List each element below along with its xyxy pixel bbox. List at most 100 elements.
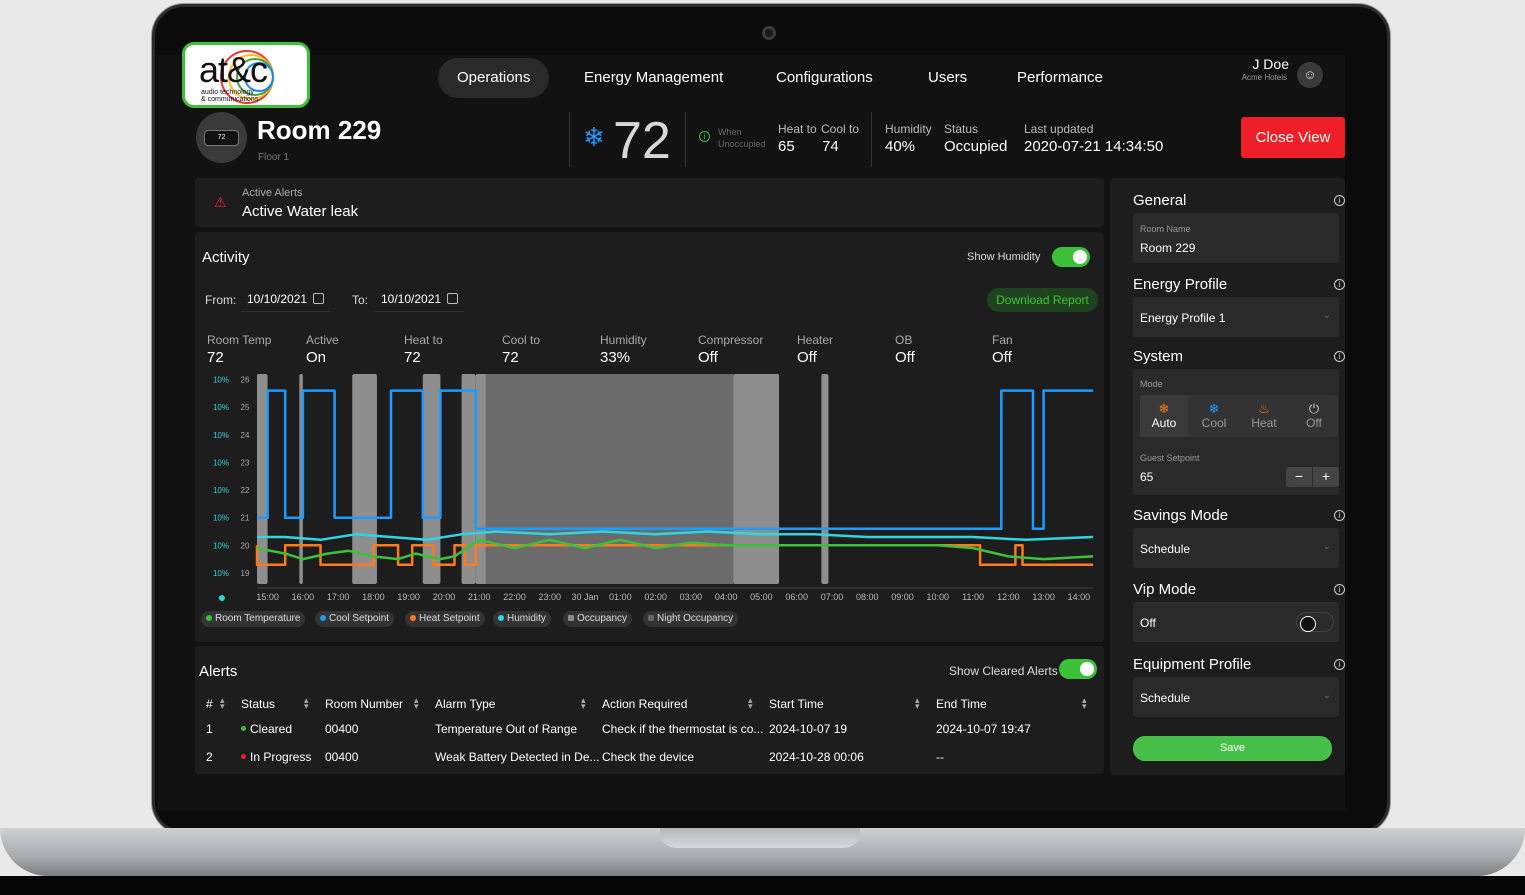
sort-icon[interactable]: ▴ ▾	[304, 696, 309, 711]
power-icon: ⏻	[1308, 401, 1320, 416]
occupancy-bar	[422, 374, 441, 584]
status-value: Occupied	[944, 138, 1008, 155]
vip-mode-toggle[interactable]	[1296, 612, 1334, 632]
user-org: Acme Hotels	[1241, 73, 1287, 82]
logo-tagline: audio technology & communications	[201, 89, 259, 103]
column-header-action-required[interactable]: Action Required	[602, 697, 687, 711]
row-action-required: Check the device	[602, 750, 695, 764]
active-alert-value: Active Water leak	[242, 203, 359, 220]
mode-auto-button[interactable]: ❄ Auto	[1140, 395, 1188, 437]
active-alerts-label: Active Alerts	[242, 187, 303, 199]
download-report-button[interactable]: Download Report	[987, 288, 1098, 312]
sort-icon[interactable]: ▴ ▾	[414, 696, 419, 711]
save-button[interactable]: Save	[1133, 736, 1332, 761]
room-name-field[interactable]: Room Name Room 229	[1133, 213, 1339, 263]
column-header-end-time[interactable]: End Time	[936, 697, 987, 711]
column-header-num[interactable]: #	[206, 697, 213, 711]
metric-value: 72	[207, 349, 224, 366]
x-tick-label: 21:00	[468, 592, 491, 602]
chevron-down-icon: ⌄	[1322, 690, 1331, 701]
sort-icon[interactable]: ▴ ▾	[915, 696, 920, 711]
nav-energy-management[interactable]: Energy Management	[565, 58, 742, 98]
to-date-field[interactable]: 10/10/2021	[375, 290, 465, 312]
metric-value: On	[306, 349, 327, 366]
room-floor: Floor 1	[258, 152, 290, 163]
row-alarm-type: Temperature Out of Range	[435, 722, 578, 736]
legend-occupancy[interactable]: Occupancy	[563, 611, 633, 627]
humidity-tick-label: 10%	[213, 486, 229, 495]
column-header-status[interactable]: Status	[241, 697, 275, 711]
y-tick-label: 24	[241, 431, 250, 440]
from-date-field[interactable]: 10/10/2021	[241, 290, 331, 312]
y-tick-label: 19	[241, 569, 250, 578]
info-icon[interactable]: i	[1334, 279, 1345, 290]
info-icon[interactable]: i	[1334, 659, 1345, 670]
activity-chart[interactable]: 26 10% 25 10% 24 10% 23 10% 22 10% 21 10% 20 10% 19 10%…	[195, 368, 1104, 608]
mode-heat-button[interactable]: ♨ Heat	[1240, 395, 1288, 437]
equipment-profile-select[interactable]: Schedule ⌄	[1133, 677, 1339, 717]
info-icon[interactable]: i	[1334, 351, 1345, 362]
equipment-profile-value: Schedule	[1140, 691, 1191, 705]
savings-mode-select[interactable]: Schedule ⌄	[1133, 528, 1339, 568]
sort-icon[interactable]: ▴ ▾	[1082, 696, 1087, 711]
calendar-icon[interactable]	[447, 293, 459, 304]
humidity-tick-label: 10%	[213, 514, 229, 523]
x-tick-label: 04:00	[715, 592, 738, 602]
nav-performance[interactable]: Performance	[998, 58, 1122, 98]
legend-night-occupancy[interactable]: Night Occupancy	[643, 611, 739, 627]
row-room-number: 00400	[325, 750, 359, 764]
x-tick-label: 19:00	[397, 592, 420, 602]
nav-users[interactable]: Users	[909, 58, 986, 98]
room-name-value: Room 229	[1140, 241, 1196, 255]
to-label: To:	[352, 293, 369, 307]
heat-to-value: 65	[778, 138, 795, 155]
warning-icon: ⚠	[214, 194, 227, 210]
row-number: 2	[206, 750, 213, 764]
x-tick-label: 18:00	[362, 592, 385, 602]
row-action-required: Check if the thermostat is co...	[602, 722, 764, 736]
column-header-start-time[interactable]: Start Time	[769, 697, 824, 711]
general-title: General	[1133, 192, 1187, 209]
legend-humidity[interactable]: Humidity	[493, 611, 551, 627]
row-start-time: 2024-10-28 00:06	[769, 750, 864, 764]
nav-operations[interactable]: Operations	[438, 58, 550, 98]
show-cleared-toggle[interactable]	[1059, 659, 1097, 679]
info-icon[interactable]: i	[1334, 510, 1345, 521]
chevron-down-icon: ⌄	[1322, 541, 1331, 552]
decrement-button[interactable]: −	[1286, 467, 1312, 487]
legend-room-temperature[interactable]: Room Temperature	[201, 611, 306, 627]
sort-icon[interactable]: ▴ ▾	[748, 696, 753, 711]
calendar-icon[interactable]	[313, 293, 325, 304]
user-icon[interactable]: ☺	[1297, 62, 1323, 88]
info-icon[interactable]: i	[1334, 195, 1345, 206]
webcam	[762, 26, 776, 40]
close-view-button[interactable]: Close View	[1241, 117, 1345, 158]
row-alarm-type: Weak Battery Detected in De...	[435, 750, 600, 764]
legend-heat-setpoint[interactable]: Heat Setpoint	[405, 611, 485, 627]
row-end-time: 2024-10-07 19:47	[936, 722, 1031, 736]
occupancy-bar	[821, 374, 829, 584]
show-humidity-toggle[interactable]	[1052, 247, 1090, 267]
night-occupancy-bar	[485, 374, 734, 584]
settings-sidebar: General i Room Name Room 229 Energy Prof…	[1110, 178, 1345, 775]
sort-icon[interactable]: ▴ ▾	[581, 696, 586, 711]
column-header-alarm-type[interactable]: Alarm Type	[435, 697, 495, 711]
room-title: Room 229	[257, 115, 382, 145]
system-title: System	[1133, 348, 1184, 365]
equipment-profile-title: Equipment Profile	[1133, 656, 1252, 673]
mode-off-button[interactable]: ⏻ Off	[1290, 395, 1338, 437]
y-tick-label: 25	[241, 403, 250, 412]
mode-cool-button[interactable]: ❄ Cool	[1190, 395, 1238, 437]
nav-configurations[interactable]: Configurations	[757, 58, 892, 98]
sort-icon[interactable]: ▴ ▾	[220, 696, 225, 711]
increment-button[interactable]: +	[1313, 467, 1339, 487]
y-tick-label: 20	[241, 541, 250, 550]
savings-mode-value: Schedule	[1140, 542, 1191, 556]
info-icon[interactable]: i	[699, 131, 710, 142]
legend-cool-setpoint[interactable]: Cool Setpoint	[315, 611, 395, 627]
info-icon[interactable]: i	[1334, 584, 1345, 595]
user-name[interactable]: J Doe	[1252, 56, 1289, 72]
energy-profile-select[interactable]: Energy Profile 1 ⌄	[1133, 297, 1339, 337]
show-cleared-label: Show Cleared Alerts	[949, 664, 1058, 678]
column-header-room-number[interactable]: Room Number	[325, 697, 403, 711]
